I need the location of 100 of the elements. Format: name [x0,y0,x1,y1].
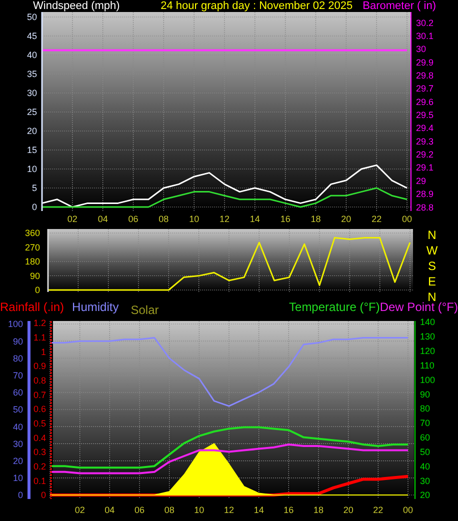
y-tick-label: 30 [416,44,426,54]
y-tick-label: 29.3 [416,136,434,146]
y-tick-label: 0 [18,490,23,500]
x-tick-label: 00 [403,505,413,515]
y-tick-label: 120 [420,346,436,356]
x-tick-label: 14 [250,214,260,224]
axis-line [47,229,49,292]
y-tick-label: 15 [26,145,37,156]
y-tick-label: 29.2 [416,150,434,160]
y-tick-label: 10 [26,164,37,174]
legend-label: Temperature (°F) [289,300,380,314]
y-tick-label: 80 [420,404,430,414]
y-tick-label: 30.2 [416,18,434,28]
x-tick-label: 06 [128,214,138,224]
legend-label: Solar [130,303,159,317]
y-tick-label: 30 [420,476,430,486]
y-tick-label: 29.5 [416,110,434,120]
y-tick-label: 25 [26,107,37,118]
x-tick-label: 06 [134,505,144,515]
y-tick-label: 1 [40,346,46,357]
compass-label: W [426,244,438,258]
x-tick-label: 02 [74,505,85,515]
x-tick-label: 16 [280,214,290,224]
compass-label: N [428,228,436,242]
y-tick-label: 140 [420,317,436,328]
y-tick-label: 0 [34,285,40,296]
y-tick-label: 0.7 [33,390,46,400]
x-tick-label: 14 [254,505,264,515]
x-tick-label: 04 [104,505,115,515]
y-tick-label: 28.8 [416,202,434,212]
y-tick-label: 20 [26,126,37,136]
y-tick-label: 40 [26,50,37,60]
y-tick-label: 70 [12,370,23,381]
x-tick-label: 08 [164,505,174,515]
y-tick-label: 270 [24,242,40,252]
y-tick-label: 45 [26,31,37,42]
y-tick-label: 50 [12,404,23,415]
x-tick-label: 12 [224,505,234,515]
y-tick-label: 360 [24,228,40,238]
axis-title: Barometer ( in) [362,0,436,12]
x-tick-label: 18 [314,505,324,515]
y-tick-label: 90 [420,389,430,400]
y-tick-label: 29.4 [416,123,434,134]
y-tick-label: 0.5 [33,418,46,429]
y-tick-label: 29 [416,176,426,186]
y-tick-label: 100 [8,319,23,330]
y-tick-label: 0.3 [33,447,46,458]
compass-label: S [428,259,436,273]
y-tick-label: 20 [12,456,23,466]
y-tick-label: 110 [420,360,434,370]
y-tick-label: 40 [420,461,430,472]
x-tick-label: 12 [220,214,230,224]
y-tick-label: 1.1 [33,332,46,343]
y-tick-label: 29.9 [416,57,434,68]
y-tick-label: 35 [26,69,37,80]
y-tick-label: 50 [420,446,430,457]
x-tick-label: 20 [343,505,354,515]
x-tick-label: 22 [372,214,382,224]
y-tick-label: 100 [420,374,436,385]
y-tick-label: 5 [32,183,37,194]
x-tick-label: 18 [310,214,321,224]
y-tick-label: 29.6 [416,96,434,107]
y-tick-label: 30.1 [416,30,434,41]
x-tick-label: 00 [402,214,412,224]
x-tick-label: 02 [67,214,78,224]
x-tick-label: 04 [98,214,108,224]
y-tick-label: 29.1 [416,162,434,173]
legend-label: Rainfall (.in) [0,300,64,314]
y-tick-label: 40 [12,422,23,432]
legend-label: Humidity [72,300,119,314]
y-tick-label: 0.4 [33,432,46,443]
y-tick-label: 30 [26,88,37,98]
y-tick-label: 0.2 [33,462,46,472]
x-tick-label: 22 [373,505,384,515]
y-tick-label: 0 [32,202,37,212]
y-tick-label: 0.8 [33,376,46,386]
y-tick-label: 0.6 [33,404,46,414]
y-tick-label: 30 [12,438,23,449]
y-tick-label: 29.8 [416,70,434,80]
x-tick-label: 10 [194,505,204,515]
y-tick-label: 90 [12,336,23,346]
y-tick-label: 130 [420,332,436,342]
y-tick-label: 60 [12,388,23,398]
y-tick-label: 50 [26,12,37,22]
x-tick-label: 08 [158,214,169,224]
chart-title: 24 hour graph day : November 02 2025 [160,0,353,12]
y-tick-label: 90 [30,271,40,281]
x-tick-label: 16 [284,505,294,515]
x-tick-label: 10 [189,214,200,224]
y-tick-label: 70 [420,418,430,428]
compass-label: E [428,274,436,288]
y-tick-label: 10 [12,473,23,484]
y-tick-label: 60 [420,432,430,443]
y-tick-label: 180 [24,256,40,267]
y-tick-label: 29.7 [416,84,434,94]
y-tick-label: 80 [12,353,23,364]
y-tick-label: 20 [420,490,430,500]
axis-title: Windspeed (mph) [33,0,120,12]
y-tick-label: 0.9 [33,361,46,372]
y-tick-label: 0 [40,490,46,500]
